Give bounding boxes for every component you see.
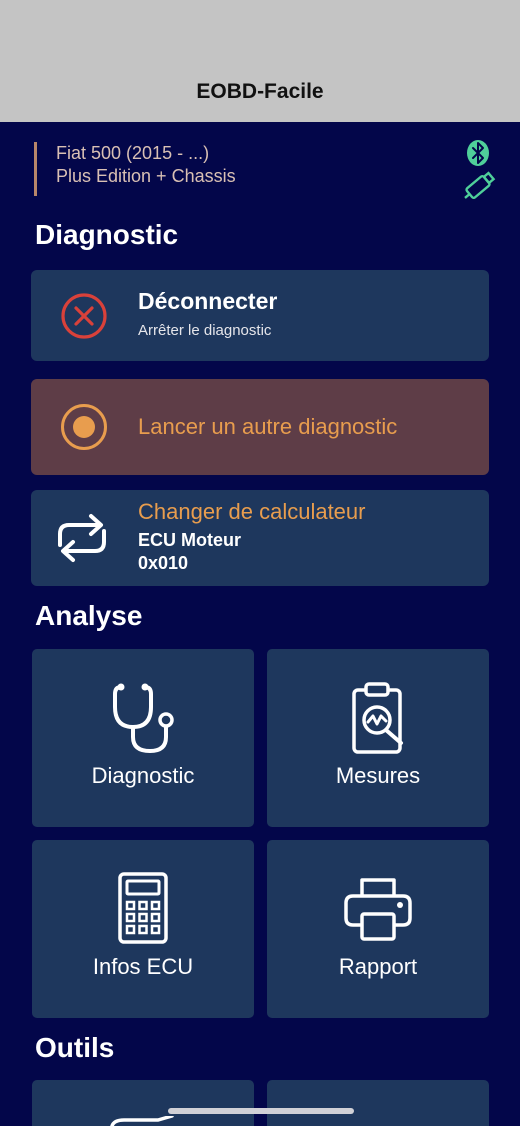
tile-label-infos-ecu: Infos ECU [92, 954, 194, 979]
swap-arrows-icon [58, 514, 106, 562]
tile-outils-2[interactable] [267, 1080, 489, 1126]
app-title: EOBD-Facile [196, 80, 324, 103]
section-title-outils: Outils [35, 1032, 115, 1063]
radio-circle-icon [61, 404, 107, 450]
disconnect-button[interactable]: Déconnecter Arrêter le diagnostic [31, 270, 489, 361]
connection-status[interactable] [460, 140, 496, 204]
vehicle-model: Fiat 500 (2015 - ...) [56, 143, 210, 163]
tile-mesures[interactable]: Mesures [267, 649, 489, 827]
disconnect-subtitle: Arrêter le diagnostic [138, 322, 272, 339]
tile-label-diagnostic: Diagnostic [91, 763, 195, 788]
printer-icon [344, 878, 412, 941]
relaunch-diagnostic-button[interactable]: Lancer un autre diagnostic [31, 379, 489, 475]
tool-icon [110, 1116, 174, 1126]
ecu-name: ECU Moteur [138, 530, 241, 550]
tile-label-rapport: Rapport [338, 954, 418, 979]
relaunch-title: Lancer un autre diagnostic [138, 414, 398, 439]
bluetooth-icon [467, 140, 489, 166]
obd-connector-icon [464, 171, 496, 200]
navigation-bar: EOBD-Facile [0, 0, 520, 122]
ecu-address: 0x010 [138, 553, 189, 573]
section-title-analyse: Analyse [35, 600, 143, 631]
tile-outils-1[interactable] [32, 1080, 254, 1126]
stethoscope-icon [113, 683, 174, 754]
tile-rapport[interactable]: Rapport [267, 840, 489, 1018]
vehicle-edition: Plus Edition + Chassis [56, 166, 236, 186]
tile-label-mesures: Mesures [335, 763, 421, 788]
close-circle-icon [61, 293, 107, 339]
section-title-diagnostic: Diagnostic [35, 219, 179, 250]
tile-diagnostic[interactable]: Diagnostic [32, 649, 254, 827]
change-ecu-title: Changer de calculateur [138, 499, 366, 524]
calculator-icon [118, 872, 168, 944]
home-indicator[interactable] [168, 1108, 354, 1114]
change-ecu-button[interactable]: Changer de calculateur ECU Moteur 0x010 [31, 490, 489, 586]
vehicle-info: Fiat 500 (2015 - ...) Plus Edition + Cha… [34, 142, 236, 196]
tile-infos-ecu[interactable]: Infos ECU [32, 840, 254, 1018]
clipboard-chart-icon [352, 682, 403, 754]
disconnect-title: Déconnecter [138, 288, 278, 314]
